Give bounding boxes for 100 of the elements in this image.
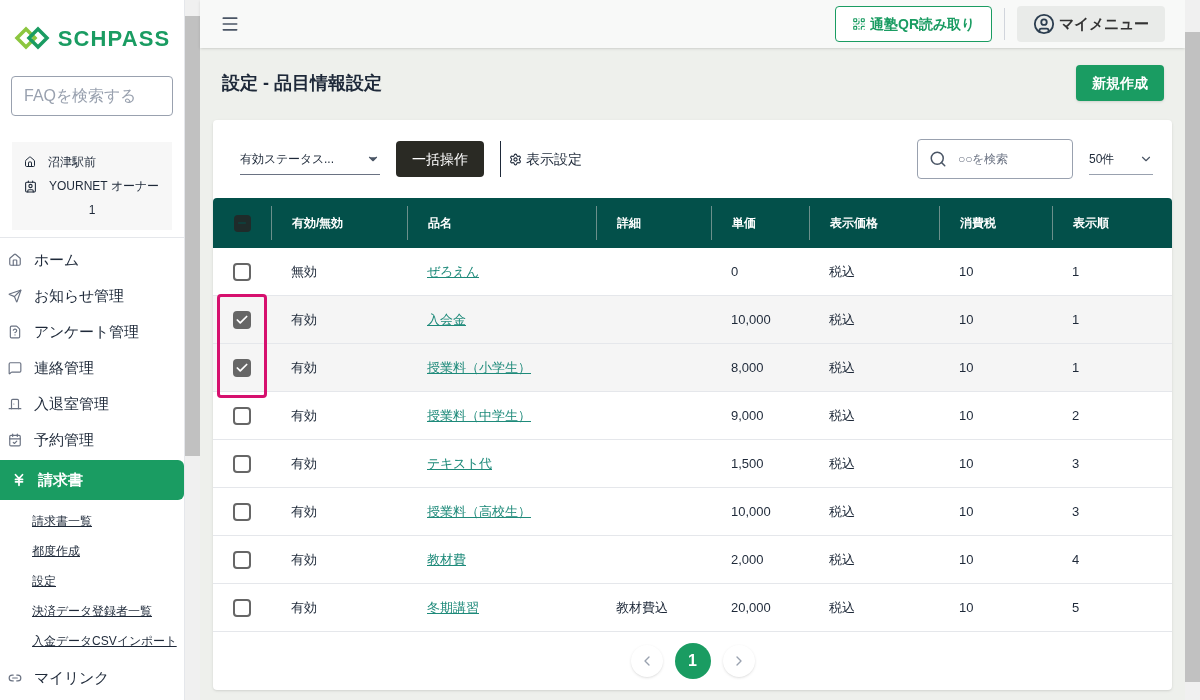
row-checkbox[interactable] [233,502,251,521]
settings-icon [509,152,522,166]
chat-icon [8,361,22,375]
column-header: 単価 [732,215,756,231]
table-cell: 有効 [291,551,317,567]
home-icon [8,253,22,267]
status-select[interactable]: 有効ステータス... [240,143,380,175]
table-cell: 税込 [829,311,855,327]
item-name-link[interactable]: 授業料（高校生） [427,503,531,519]
submenu-link[interactable]: 設定 [32,566,184,596]
table-cell: 税込 [829,359,855,375]
table-cell: 税込 [829,407,855,423]
item-name-link[interactable]: 授業料（中学生） [427,407,531,423]
table-cell: 有効 [291,407,317,423]
column-header: 品名 [428,215,452,231]
table-cell: 10,000 [731,311,771,327]
item-name-link[interactable]: 教材費 [427,551,466,567]
table-cell: 9,000 [731,407,764,423]
table-cell: 1 [1072,359,1080,375]
item-name-link[interactable]: 入会金 [427,311,466,327]
nav-item[interactable]: 入退室管理 [0,386,184,422]
table-cell: 3 [1072,503,1080,519]
nav-item[interactable]: 予約管理 [0,422,184,458]
item-name-link[interactable]: 冬期講習 [427,599,479,615]
page-button[interactable]: 1 [674,643,711,679]
submenu-link[interactable]: 入金データCSVインポート [32,626,184,656]
link-icon [8,671,22,685]
user-icon [1033,13,1055,35]
table-cell: 教材費込 [616,599,668,615]
badge-icon [24,179,37,193]
table-cell: 税込 [829,599,855,615]
submenu-link[interactable]: 請求書一覧 [32,506,184,536]
table-cell: 有効 [291,311,317,327]
send-icon [8,289,22,303]
table-cell: 8,000 [731,359,764,375]
row-checkbox[interactable] [233,550,251,569]
table-cell: 税込 [829,551,855,567]
table-cell: 税込 [829,263,855,279]
item-name-link[interactable]: 授業料（小学生） [427,359,531,375]
table-cell: 10 [959,263,974,279]
item-name-link[interactable]: ぜろえん [427,263,479,279]
calendar-icon [8,433,22,447]
logo-text: SCHPASS [57,24,171,53]
table-cell: 10 [959,551,974,567]
user-number: 1 [88,202,96,218]
row-checkbox[interactable] [233,598,251,617]
search-icon [929,150,947,168]
select-all-checkbox[interactable] [233,214,251,232]
nav-item[interactable]: 連絡管理 [0,350,184,386]
page-title: 設定 - 品目情報設定 [222,72,382,95]
faq-search-field[interactable]: FAQを検索する [11,76,173,116]
nav-item[interactable]: アンケート管理 [0,314,184,350]
page-scrollbar[interactable] [1185,0,1200,700]
school-name: 沼津駅前 [48,154,96,170]
yen-icon [12,473,26,487]
table-cell: 1 [1072,263,1080,279]
bulk-action-button[interactable]: 一括操作 [396,141,484,177]
qr-icon [852,17,866,31]
table-cell: 20,000 [731,599,771,615]
table-cell: 10,000 [731,503,771,519]
table-cell: 10 [959,503,974,519]
nav-item[interactable]: お知らせ管理 [0,278,184,314]
survey-icon [8,325,22,339]
row-checkbox[interactable] [233,406,251,425]
column-header: 表示順 [1073,215,1109,231]
column-header: 詳細 [617,215,641,231]
table-cell: 1,500 [731,455,764,471]
table-cell: 3 [1072,455,1080,471]
table-cell: 税込 [829,455,855,471]
new-button[interactable]: 新規作成 [1076,65,1164,101]
table-cell: 5 [1072,599,1080,615]
my-menu-button[interactable]: マイメニュー [1017,6,1165,42]
display-settings-button[interactable]: 表示設定 [509,149,582,169]
row-checkbox[interactable] [233,454,251,473]
column-header: 有効/無効 [292,215,344,231]
user-name: YOURNET オーナー [49,178,159,194]
logo-icon [13,25,50,51]
search-field[interactable]: ○○を検索 [917,139,1073,179]
submenu-link[interactable]: 決済データ登録者一覧 [32,596,184,626]
qr-scan-button[interactable]: 通塾QR読み取り [835,6,992,42]
table-cell: 税込 [829,503,855,519]
item-name-link[interactable]: テキスト代 [427,455,492,471]
table-cell: 10 [959,359,974,375]
table-cell: 1 [1072,311,1080,327]
table-cell: 2,000 [731,551,764,567]
nav-item[interactable]: マイリンク [0,660,184,696]
nav-item[interactable]: ホーム [0,242,184,278]
sidebar-scrollbar[interactable] [185,0,200,700]
menu-icon[interactable] [220,14,240,34]
table-cell: 有効 [291,455,317,471]
row-checkbox[interactable] [233,358,251,377]
table-cell: 無効 [291,263,317,279]
submenu-link[interactable]: 都度作成 [32,536,184,566]
door-icon [8,397,22,411]
row-checkbox[interactable] [233,310,251,329]
table-cell: 4 [1072,551,1080,567]
table-cell: 有効 [291,359,317,375]
per-page-select[interactable]: 50件 [1089,143,1153,175]
nav-item[interactable]: 請求書 [0,460,184,500]
row-checkbox[interactable] [233,262,251,281]
